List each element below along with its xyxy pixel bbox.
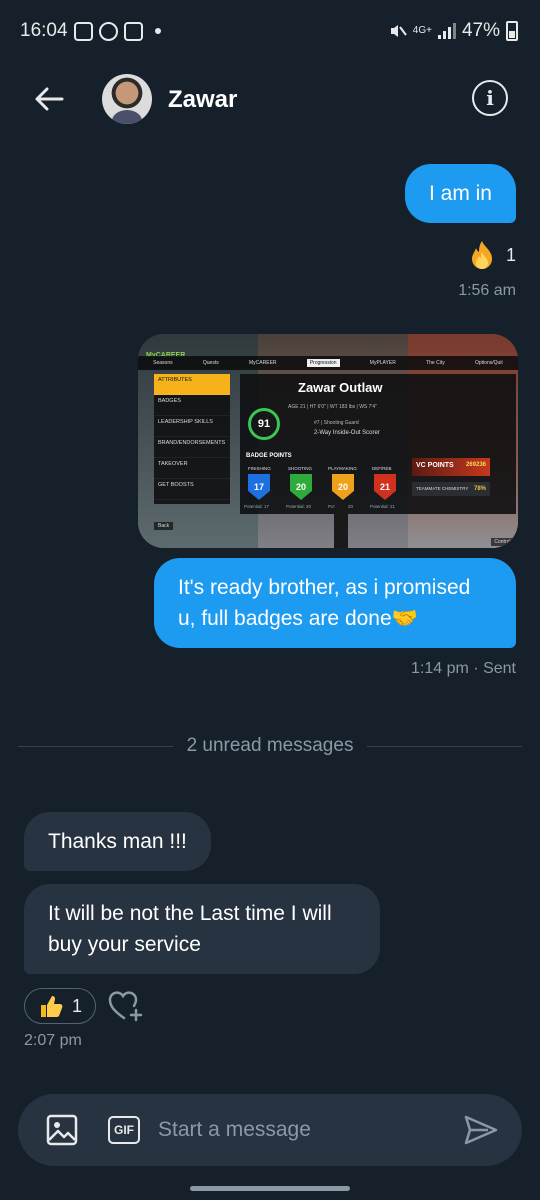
message-timestamp: 1:14 pm · Sent [411,660,516,677]
divider-line [18,745,173,747]
reaction-count: 1 [71,995,82,1016]
badge-category-label: FINISHING [248,466,271,471]
badge-value: 21 [379,482,390,492]
badge-potential: Potential: 17 [244,504,270,509]
game-menu-item: TAKEOVER [154,458,230,479]
game-tab: Quests [202,360,219,366]
game-vc-points: VC POINTS 269236 [412,458,490,476]
badge-shield: 20 [332,474,354,500]
outgoing-message[interactable]: It's ready brother, as i promised u, ful… [154,558,516,648]
chem-value: 78% [473,486,486,492]
send-icon[interactable] [464,1114,498,1146]
game-ovr-rating: 91 [248,408,280,440]
game-menu-item: BADGES [154,395,230,416]
battery-icon [506,21,518,41]
divider-line [367,745,523,747]
badge-shield: 17 [248,474,270,500]
fire-emoji-icon [471,241,492,269]
message-reaction[interactable]: 1 [468,240,516,270]
contact-name[interactable]: Zawar [168,86,237,114]
message-timestamp: 1:56 am [458,282,516,299]
image-icon[interactable] [46,1114,78,1146]
game-tab: The City [426,360,445,366]
game-menu-item: LEADERSHIP SKILLS [154,416,230,437]
unread-label: 2 unread messages [186,735,354,756]
game-tab: Options/Quit [475,360,503,366]
mute-vibrate-icon [390,25,407,37]
badge-category-label: DEF/REB [372,466,392,471]
vc-label: VC POINTS [416,462,454,469]
game-tab-bar: Seasons Quests MyCAREER Progression MyPL… [138,356,518,370]
message-composer: GIF [18,1094,522,1166]
game-controls-hint: Controls [491,538,516,546]
message-text: Thanks man !!! [48,830,187,853]
gesture-nav-bar[interactable] [190,1186,350,1191]
battery-percent: 47% [461,20,500,41]
message-reaction[interactable]: 1 [24,988,96,1024]
game-menu-item: ATTRIBUTES [154,374,230,395]
status-bar: 16:04 4G+ 47% [0,0,540,62]
badge-shield: 21 [374,474,396,500]
game-tab: MyPLAYER [369,360,396,366]
game-tab: Seasons [153,360,173,366]
badge-shield: 20 [290,474,312,500]
game-player-figure [334,502,348,548]
game-menu-item: GET BOOSTS [154,479,230,500]
badge-value: 17 [253,482,264,492]
badge-category-label: SHOOTING [288,466,313,471]
message-input[interactable] [158,1112,448,1148]
outgoing-message[interactable]: I am in [404,164,516,223]
avatar[interactable] [102,74,152,124]
badge-potential: Potential: 20 [286,504,312,509]
status-time: 16:04 [20,20,68,41]
message-timestamp: 2:07 pm [24,1032,82,1049]
badge-category-label: PLAYMAKING [328,466,357,471]
status-left: 16:04 [20,20,161,42]
game-player-name: Zawar Outlaw [298,380,383,395]
badge-value: 20 [337,482,348,492]
vc-value: 269236 [465,462,486,468]
more-notifications-dot-icon [154,28,161,34]
twitch-icon-2 [123,21,143,41]
reaction-count: 1 [505,244,516,265]
status-right: 4G+ 47% [389,20,518,42]
game-teammate-chemistry: TEAMMATE CHEMISTRY 78% [412,482,490,496]
game-position-line: #7 | Shooting Guard [314,420,359,426]
incoming-message[interactable]: It will be not the Last time I will buy … [24,884,380,974]
game-tab-active: Progression [306,359,340,367]
gif-icon[interactable]: GIF [108,1116,140,1144]
game-ovr-value: 91 [257,418,271,430]
back-arrow-icon[interactable] [32,82,66,116]
game-tab: MyCAREER [249,360,277,366]
add-reaction-heart-icon[interactable] [106,988,146,1024]
network-type: 4G+ [412,25,432,36]
gif-label: GIF [114,1123,134,1137]
game-info-line: AGE 21 | HT 6'0" | WT 183 lbs | WS 7'4" [288,404,377,410]
incoming-message[interactable]: Thanks man !!! [24,812,211,871]
game-menu-item: BRAND/ENDORSEMENTS [154,437,230,458]
game-back-button: Back [154,522,174,530]
info-icon[interactable]: i [472,80,508,116]
game-archetype: 2-Way Inside-Out Scorer [314,430,380,436]
message-text: I am in [428,182,492,205]
game-badge-points-label: BADGE POINTS [246,453,292,459]
image-message[interactable]: MyCAREER Seasons Quests MyCAREER Progres… [138,334,518,548]
messenger-icon [98,21,118,41]
message-text: It will be not the Last time I will buy … [48,902,332,956]
chem-label: TEAMMATE CHEMISTRY [416,486,469,491]
message-text: It's ready brother, as i promised u, ful… [178,576,471,630]
game-menu: ATTRIBUTES BADGES LEADERSHIP SKILLS BRAN… [154,374,230,504]
unread-divider: 2 unread messages [18,735,523,756]
twitch-icon [73,21,93,41]
game-player-panel: Zawar Outlaw 91 AGE 21 | HT 6'0" | WT 18… [240,374,516,514]
badge-value: 20 [295,482,306,492]
badge-potential: Potential: 21 [370,504,396,509]
thumbs-up-emoji-icon [40,996,63,1017]
signal-icon [437,23,456,39]
conversation-header: Zawar i [0,62,540,136]
